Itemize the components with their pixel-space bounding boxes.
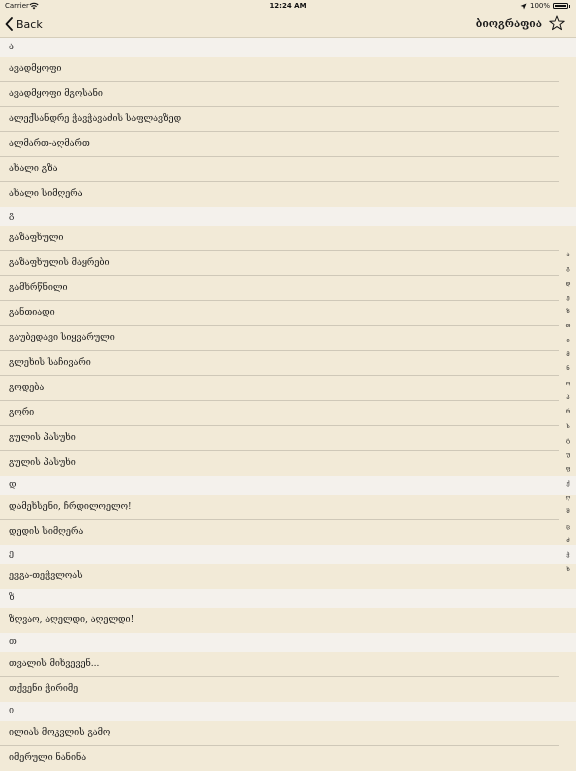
location-icon <box>520 3 527 9</box>
list-item[interactable]: ალმართ-აღმართ <box>0 132 559 157</box>
section-header: ი <box>0 702 576 721</box>
index-letter[interactable]: ძ <box>566 534 569 548</box>
list-item[interactable]: გაუბედავი სიყვარული <box>0 326 559 351</box>
index-letter[interactable]: შ <box>566 505 569 519</box>
list-item[interactable]: გულის პასუხი <box>0 426 559 451</box>
index-letter[interactable]: ტ <box>566 434 570 448</box>
list-item[interactable]: ახალი სიმღერა <box>0 182 559 207</box>
battery-tip <box>569 4 570 8</box>
list-item[interactable]: დედის სიმღერა <box>0 520 559 545</box>
chevron-left-icon <box>5 17 13 31</box>
list-item[interactable]: თვალის მიხვევენ... <box>0 652 559 677</box>
star-icon[interactable] <box>549 15 565 31</box>
list-item[interactable]: გლეხის საჩივარი <box>0 351 559 376</box>
list-item[interactable]: გაზაფხული <box>0 226 559 251</box>
list-item[interactable]: განთიადი <box>0 301 559 326</box>
index-letter[interactable]: რ <box>566 405 571 419</box>
list-item[interactable]: დამეხსენი, ჩრდილოელო! <box>0 495 559 520</box>
poem-list: ა ავადმყოფი ავადმყოფი მგოსანი ალექსანდრე ჭა… <box>0 38 576 771</box>
index-letter[interactable]: თ <box>566 319 571 333</box>
navigation-bar: Back ბიოგრაფია <box>0 12 576 38</box>
list-item[interactable]: ევგა-თეჭვლოას <box>0 564 559 589</box>
list-item[interactable]: ავადმყოფი მგოსანი <box>0 82 559 107</box>
index-letter[interactable]: ჭ <box>566 548 569 562</box>
status-bar: Carrier 12:24 AM 100% <box>0 0 576 12</box>
section-header: დ <box>0 476 576 495</box>
index-letter[interactable]: ე <box>566 291 569 305</box>
back-label: Back <box>16 17 43 31</box>
index-letter[interactable]: ო <box>566 377 571 391</box>
status-time: 12:24 AM <box>269 2 307 10</box>
list-item[interactable]: გორი <box>0 401 559 426</box>
list-item[interactable]: გაზაფხულის მაყრები <box>0 251 559 276</box>
list-item[interactable]: იმერული ნანინა <box>0 746 559 771</box>
index-letter[interactable]: ც <box>566 520 570 534</box>
battery-percent: 100% <box>529 2 550 10</box>
index-letter[interactable]: ფ <box>566 462 570 476</box>
section-index[interactable]: აგდეზთიმნოპრსტუფქღშცძჭხ <box>560 248 576 577</box>
page-title: ბიოგრაფია <box>475 18 542 30</box>
section-header: ა <box>0 38 576 57</box>
index-letter[interactable]: მ <box>566 348 569 362</box>
list-item[interactable]: ალექსანდრე ჭავჭავაძის საფლავზედ <box>0 107 559 132</box>
list-item[interactable]: გოდება <box>0 376 559 401</box>
section-header: ე <box>0 545 576 564</box>
list-item[interactable]: ზღვაო, აღელდი, აღელდი! <box>0 608 559 633</box>
list-item[interactable]: ილიას მოკვლის გამო <box>0 721 559 746</box>
index-letter[interactable]: ა <box>567 248 570 262</box>
section-header: გ <box>0 207 576 226</box>
back-button[interactable]: Back <box>5 15 43 33</box>
index-letter[interactable]: ზ <box>566 305 569 319</box>
index-letter[interactable]: უ <box>566 448 570 462</box>
list-item[interactable]: თქვენი ჭირიმე <box>0 677 559 702</box>
list-item[interactable]: ავადმყოფი <box>0 57 559 82</box>
index-letter[interactable]: პ <box>566 391 569 405</box>
index-letter[interactable]: დ <box>566 277 571 291</box>
index-letter[interactable]: ი <box>566 334 569 348</box>
index-letter[interactable]: ღ <box>566 491 571 505</box>
list-item[interactable]: გამხრწნილი <box>0 276 559 301</box>
list-item[interactable]: გულის პასუხი <box>0 451 559 476</box>
status-right: 100% <box>520 0 570 12</box>
battery-icon <box>553 3 568 9</box>
index-letter[interactable]: ნ <box>566 362 569 376</box>
index-letter[interactable]: ქ <box>566 477 569 491</box>
section-header: თ <box>0 633 576 652</box>
section-header: ზ <box>0 589 576 608</box>
index-letter[interactable]: გ <box>566 262 569 276</box>
list-item[interactable]: ახალი გზა <box>0 157 559 182</box>
index-letter[interactable]: ს <box>566 420 569 434</box>
index-letter[interactable]: ხ <box>566 563 569 577</box>
